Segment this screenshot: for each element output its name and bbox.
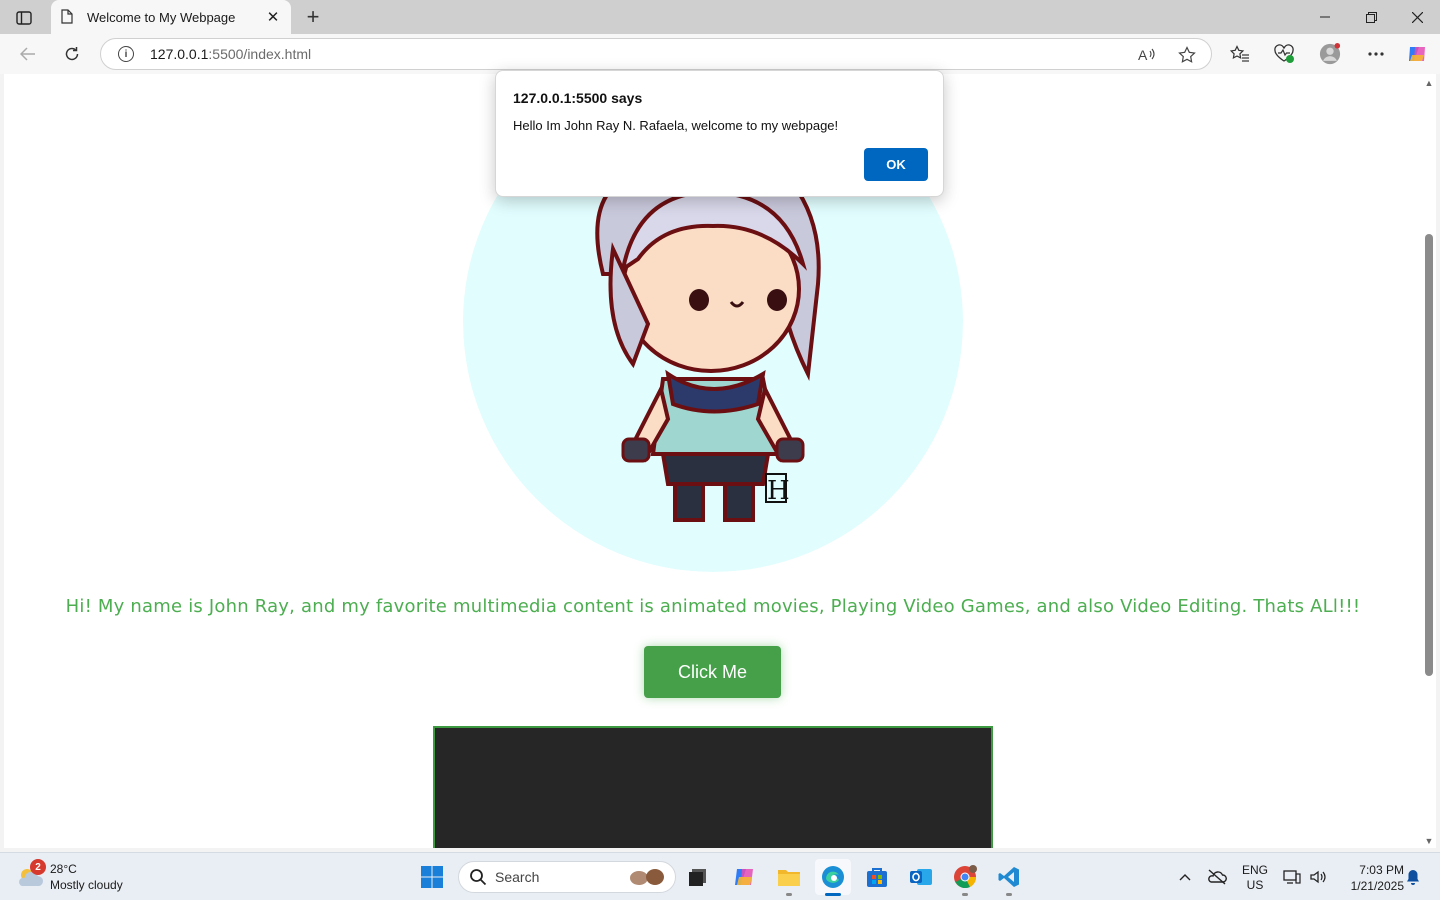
tab-strip: Welcome to My Webpage ✕ +: [0, 0, 1440, 34]
store-icon: [867, 868, 887, 887]
volume-icon[interactable]: [1306, 853, 1330, 900]
file-explorer-button[interactable]: [771, 859, 807, 896]
notifications-icon[interactable]: [1402, 853, 1424, 900]
profile-avatar-icon[interactable]: [1319, 43, 1341, 65]
vscode-button[interactable]: [991, 859, 1027, 896]
scrollbar-thumb[interactable]: [1425, 234, 1433, 676]
alert-title: 127.0.0.1:5500 says: [513, 90, 643, 106]
running-indicator: [1006, 893, 1012, 896]
clock-time: 7:03 PM: [1359, 863, 1404, 877]
scroll-up-icon[interactable]: ▲: [1424, 78, 1434, 88]
alert-dialog: 127.0.0.1:5500 says Hello Im John Ray N.…: [495, 70, 944, 197]
copilot-app-icon: [735, 869, 753, 885]
task-view-icon: [689, 869, 706, 886]
browser-tab[interactable]: Welcome to My Webpage ✕: [51, 0, 291, 34]
address-bar[interactable]: i 127.0.0.1:5500/index.html A: [100, 38, 1212, 70]
system-clock[interactable]: 7:03 PM 1/21/2025: [1334, 862, 1404, 894]
favorites-icon[interactable]: [1229, 43, 1251, 65]
search-label: Search: [495, 869, 540, 885]
close-tab-icon[interactable]: ✕: [265, 9, 281, 26]
edge-button[interactable]: [815, 859, 851, 896]
restore-icon[interactable]: [1348, 0, 1394, 34]
page-scrollbar[interactable]: ▲ ▼: [1422, 74, 1436, 848]
tab-title: Welcome to My Webpage: [87, 9, 236, 25]
show-hidden-icons[interactable]: [1174, 853, 1196, 900]
running-indicator: [962, 893, 968, 896]
minimize-icon[interactable]: [1302, 0, 1348, 34]
site-info-icon[interactable]: i: [118, 46, 134, 62]
svg-text:A: A: [1138, 47, 1148, 63]
taskbar-search[interactable]: Search: [458, 861, 676, 893]
url-host: 127.0.0.1: [150, 46, 209, 62]
language-primary: ENG: [1241, 863, 1268, 877]
copilot-app-button[interactable]: [726, 859, 762, 895]
language-indicator[interactable]: ENG US: [1238, 863, 1272, 893]
temperature: 28°C: [50, 862, 77, 876]
back-icon[interactable]: [14, 40, 42, 68]
favorite-star-icon[interactable]: [1177, 45, 1197, 65]
onedrive-status[interactable]: [1204, 853, 1230, 900]
url-text: 127.0.0.1:5500/index.html: [150, 46, 311, 62]
task-view-button[interactable]: [680, 859, 716, 895]
weather-condition: Mostly cloudy: [50, 878, 123, 892]
clock-date: 1/21/2025: [1350, 879, 1404, 893]
alert-message: Hello Im John Ray N. Rafaela, welcome to…: [513, 118, 839, 133]
network-icon[interactable]: [1280, 853, 1304, 900]
tab-actions-icon[interactable]: [10, 6, 38, 30]
folder-icon: [778, 870, 800, 886]
url-path: :5500/index.html: [208, 46, 312, 62]
intro-text: Hi! My name is John Ray, and my favorite…: [65, 596, 1361, 617]
chevron-up-icon: [1179, 874, 1191, 881]
copilot-icon[interactable]: [1406, 43, 1428, 65]
chrome-icon: [954, 865, 977, 889]
close-window-icon[interactable]: [1394, 0, 1440, 34]
scroll-down-icon[interactable]: ▼: [1424, 836, 1434, 846]
more-options-icon[interactable]: [1365, 43, 1387, 65]
windows-taskbar: 2 28°C Mostly cloudy Search ENG US 7:03 …: [0, 852, 1440, 900]
browser-essentials-icon[interactable]: [1273, 43, 1295, 65]
edge-icon: [822, 866, 844, 888]
read-aloud-icon[interactable]: A: [1137, 45, 1157, 65]
running-indicator: [786, 893, 792, 896]
windows-logo-icon: [421, 866, 443, 888]
store-button[interactable]: [859, 859, 895, 895]
page-icon: [61, 9, 75, 25]
outlook-button[interactable]: [903, 859, 939, 895]
refresh-icon[interactable]: [58, 40, 86, 68]
browser-toolbar: i 127.0.0.1:5500/index.html A: [0, 34, 1440, 74]
vscode-icon: [998, 867, 1019, 887]
click-me-button[interactable]: Click Me: [644, 646, 781, 698]
cloud-off-icon: [1208, 869, 1227, 885]
new-tab-icon[interactable]: +: [302, 4, 324, 29]
content-panel: [433, 726, 993, 848]
weather-widget[interactable]: 2 28°C Mostly cloudy: [14, 859, 154, 895]
weather-badge: 2: [30, 859, 46, 875]
alert-ok-button[interactable]: OK: [864, 148, 928, 181]
chrome-button[interactable]: [947, 859, 983, 896]
start-button[interactable]: [414, 859, 450, 895]
search-icon: [470, 869, 487, 886]
language-secondary: US: [1246, 878, 1264, 892]
outlook-icon: [910, 869, 932, 885]
running-indicator: [825, 893, 841, 896]
search-highlight-icon: [630, 869, 664, 885]
